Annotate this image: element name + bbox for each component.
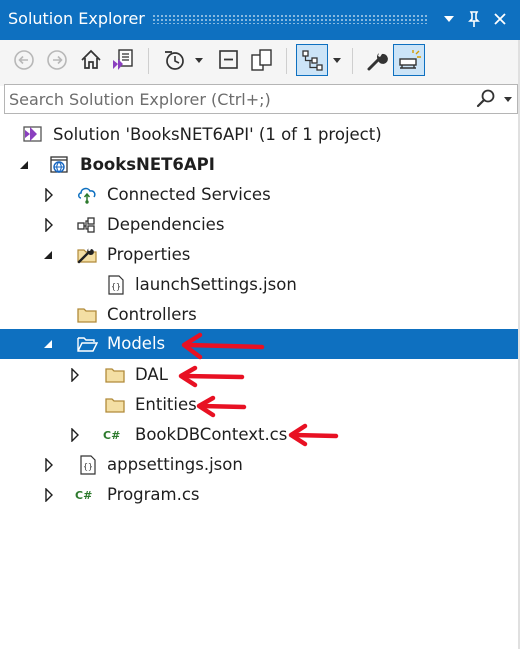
annotation-arrow-icon <box>181 332 265 360</box>
annotation-arrow-icon <box>288 423 339 447</box>
tree-item-connected-services[interactable]: Connected Services <box>0 180 520 210</box>
collapsed-triangle-icon[interactable] <box>42 218 56 232</box>
pending-changes-filter-button[interactable] <box>160 46 188 74</box>
annotation-arrow-icon <box>196 395 247 418</box>
clock-icon <box>165 51 184 70</box>
tree-item-launchsettings[interactable]: {} launchSettings.json <box>0 270 520 300</box>
dependencies-icon <box>77 217 95 233</box>
tree-item-label: BooksNET6API <box>80 155 215 174</box>
expanded-triangle-icon[interactable] <box>18 158 32 172</box>
tree-sync-icon <box>302 50 323 71</box>
tree-item-project[interactable]: BooksNET6API <box>0 150 520 180</box>
toolbar-separator <box>148 48 149 74</box>
csharp-file-icon: C# <box>103 429 120 442</box>
tree-item-label: BookDBContext.cs <box>135 425 288 444</box>
tree-item-program[interactable]: C# Program.cs <box>0 480 520 510</box>
folder-icon <box>77 308 97 323</box>
tree-item-label: launchSettings.json <box>135 275 297 294</box>
tree-item-entities[interactable]: Entities <box>0 390 520 420</box>
tree-item-label: Solution 'BooksNET6API' (1 of 1 project) <box>53 125 382 144</box>
collapsed-triangle-icon[interactable] <box>42 458 56 472</box>
search-icon[interactable] <box>475 88 497 110</box>
collapsed-triangle-icon[interactable] <box>42 188 56 202</box>
collapsed-triangle-icon[interactable] <box>68 368 82 382</box>
search-options-chevron-down-icon[interactable] <box>502 95 514 105</box>
toolbar-separator <box>352 48 353 74</box>
svg-text:{}: {} <box>83 462 93 471</box>
collapse-all-button[interactable] <box>215 46 243 74</box>
preview-selected-items-button[interactable] <box>393 44 425 76</box>
collapse-icon <box>219 50 238 69</box>
title-bar-grip[interactable] <box>152 14 428 24</box>
tree-item-label: Dependencies <box>107 215 225 234</box>
collapsed-triangle-icon[interactable] <box>68 428 82 442</box>
connected-services-icon <box>78 187 96 204</box>
search-input[interactable] <box>9 88 449 110</box>
svg-text:{}: {} <box>111 282 121 291</box>
vs-switch-view-icon <box>113 49 133 70</box>
folder-open-icon <box>77 337 98 352</box>
tree-item-dependencies[interactable]: Dependencies <box>0 210 520 240</box>
tree-item-label: DAL <box>135 365 168 384</box>
home-icon <box>81 49 101 69</box>
tree-item-label: Controllers <box>107 305 197 324</box>
home-button[interactable] <box>77 46 105 74</box>
window-menu-dropdown-icon[interactable] <box>438 8 460 30</box>
pending-changes-dropdown[interactable] <box>192 46 206 74</box>
properties-button[interactable] <box>363 46 391 74</box>
svg-text:C#: C# <box>75 489 92 502</box>
show-all-files-icon <box>251 49 272 71</box>
csharp-file-icon: C# <box>75 489 92 502</box>
web-project-icon <box>50 156 68 173</box>
tree-item-label: Connected Services <box>107 185 271 204</box>
tree-item-controllers[interactable]: Controllers <box>0 300 520 330</box>
search-box[interactable] <box>4 84 518 114</box>
toolbar-separator <box>286 48 287 74</box>
expanded-triangle-icon[interactable] <box>42 248 56 262</box>
tree-item-label: Properties <box>107 245 191 264</box>
json-file-icon: {} <box>80 455 96 475</box>
folder-icon <box>105 368 125 383</box>
toolbar <box>0 40 520 86</box>
tree-item-label: Entities <box>135 395 197 414</box>
switch-views-button[interactable] <box>109 46 137 74</box>
tree-item-label: Program.cs <box>107 485 200 504</box>
forward-button[interactable] <box>43 46 71 74</box>
expanded-triangle-icon[interactable] <box>42 337 56 351</box>
tree-item-dal[interactable]: DAL <box>0 360 520 390</box>
title-bar: Solution Explorer <box>0 0 520 40</box>
json-file-icon: {} <box>108 275 124 295</box>
chevron-down-icon <box>195 58 203 63</box>
properties-folder-icon <box>77 248 97 264</box>
folder-icon <box>105 398 125 413</box>
tree-item-label: appsettings.json <box>107 455 243 474</box>
close-icon[interactable] <box>489 8 511 30</box>
sync-dropdown[interactable] <box>330 46 344 74</box>
tree-item-label: Models <box>107 334 166 353</box>
back-button[interactable] <box>10 46 38 74</box>
tree-item-solution[interactable]: Solution 'BooksNET6API' (1 of 1 project) <box>0 120 520 150</box>
collapsed-triangle-icon[interactable] <box>42 488 56 502</box>
svg-text:C#: C# <box>103 429 120 442</box>
back-arrow-icon <box>14 50 34 70</box>
sync-with-active-document-button[interactable] <box>296 44 328 76</box>
chevron-down-icon <box>333 58 341 63</box>
forward-arrow-icon <box>47 50 67 70</box>
tree-item-appsettings[interactable]: {} appsettings.json <box>0 450 520 480</box>
tree-item-bookdbcontext[interactable]: C# BookDBContext.cs <box>0 420 520 450</box>
wrench-icon <box>367 53 388 71</box>
preview-icon <box>399 50 421 69</box>
pin-icon[interactable] <box>463 8 485 30</box>
window-title: Solution Explorer <box>8 9 145 28</box>
show-all-files-button[interactable] <box>248 46 276 74</box>
vs-solution-icon <box>23 126 42 142</box>
annotation-arrow-icon <box>178 365 245 388</box>
tree-item-properties[interactable]: Properties <box>0 240 520 270</box>
